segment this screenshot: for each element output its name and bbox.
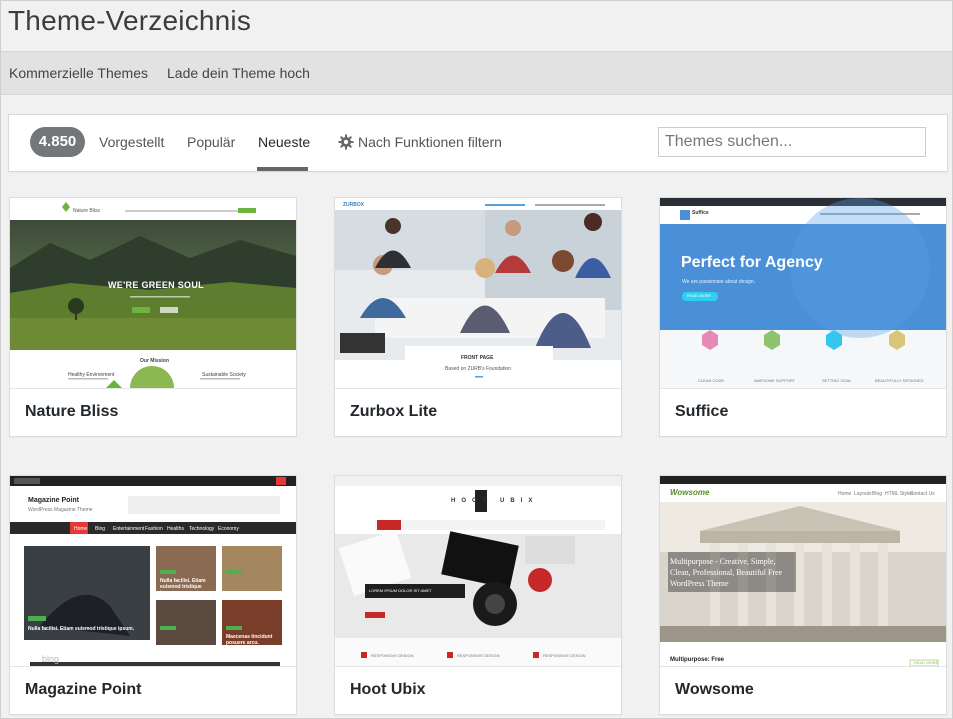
sub-navigation: Kommerzielle Themes Lade dein Theme hoch bbox=[1, 51, 952, 95]
upload-theme-link[interactable]: Lade dein Theme hoch bbox=[167, 65, 310, 81]
theme-card-zurbox-lite[interactable]: ZURBOX FRONT PAGE Based on ZURB's Founda… bbox=[334, 197, 622, 437]
preview-col1: Healthy Environment bbox=[68, 372, 115, 378]
preview-feature: RESPONSIVE DESIGN bbox=[543, 653, 586, 658]
preview-logo: HOOT UBIX bbox=[451, 498, 539, 504]
theme-name[interactable]: Wowsome bbox=[660, 666, 946, 714]
preview-story: Nulla facilisi. Etiam euismod tristique … bbox=[28, 626, 135, 632]
theme-screenshot[interactable]: Suffice Perfect for Agency We are passio… bbox=[660, 198, 946, 388]
preview-logo: ZURBOX bbox=[343, 202, 365, 208]
preview-nav: Entertainment bbox=[113, 526, 145, 532]
theme-screenshot[interactable]: ZURBOX FRONT PAGE Based on ZURB's Founda… bbox=[335, 198, 621, 388]
theme-directory-page: Theme-Verzeichnis Kommerzielle Themes La… bbox=[0, 0, 953, 719]
preview-headline: Multipurpose - Creative, Simple, Clean, … bbox=[670, 557, 783, 588]
preview-sub: We are passionate about design. bbox=[682, 279, 756, 285]
tab-featured[interactable]: Vorgestellt bbox=[99, 134, 164, 150]
preview-watermark: blog bbox=[42, 654, 60, 664]
preview-nav: Technology bbox=[189, 526, 215, 532]
theme-name[interactable]: Hoot Ubix bbox=[335, 666, 621, 714]
preview-logo: Wowsome bbox=[670, 488, 710, 497]
preview-nav: Home bbox=[74, 526, 88, 532]
preview-logo: Nature Bliss bbox=[73, 208, 100, 214]
theme-card-suffice[interactable]: Suffice Perfect for Agency We are passio… bbox=[659, 197, 947, 437]
theme-search-input[interactable] bbox=[658, 127, 926, 157]
active-tab-indicator bbox=[257, 167, 308, 171]
preview-button: READ MORE bbox=[687, 293, 712, 298]
theme-name[interactable]: Zurbox Lite bbox=[335, 388, 621, 436]
preview-nav: Home bbox=[838, 491, 852, 497]
preview-feature: BEAUTIFULLY DESIGNED bbox=[875, 378, 924, 383]
theme-card-hoot-ubix[interactable]: HOOT UBIX LOREM IPSUM DOLOR SIT AMET RES… bbox=[334, 475, 622, 715]
preview-feature: SETTING GOAL bbox=[822, 378, 852, 383]
page-title: Theme-Verzeichnis bbox=[8, 5, 252, 36]
theme-screenshot[interactable]: Nature Bliss WE'RE GREEN SOUL Our Missio… bbox=[10, 198, 296, 388]
preview-logo: Suffice bbox=[692, 210, 709, 216]
preview-sub: Based on ZURB's Foundation bbox=[445, 366, 511, 372]
preview-logo: Magazine Point bbox=[28, 497, 79, 504]
preview-nav: Blog bbox=[95, 526, 106, 532]
preview-button: READ MORE bbox=[914, 660, 939, 665]
theme-name[interactable]: Suffice bbox=[660, 388, 946, 436]
preview-nav: Economy bbox=[218, 526, 239, 532]
preview-col2: Sustainable Society bbox=[202, 372, 246, 378]
preview-label: FRONT PAGE bbox=[461, 355, 494, 361]
preview-footer-title: Multipurpose: Free bbox=[670, 657, 725, 663]
preview-tagline: WordPress Magazine Theme bbox=[28, 507, 93, 513]
preview-nav: Blog bbox=[872, 491, 883, 497]
theme-card-wowsome[interactable]: Wowsome Home Layouts Blog HTML Styles Co… bbox=[659, 475, 947, 715]
preview-feature: CLEAN CODE bbox=[698, 378, 725, 383]
gear-icon[interactable] bbox=[338, 134, 354, 150]
preview-section: Our Mission bbox=[140, 358, 169, 364]
theme-screenshot[interactable]: HOOT UBIX LOREM IPSUM DOLOR SIT AMET RES… bbox=[335, 476, 621, 666]
feature-filter-button[interactable]: Nach Funktionen filtern bbox=[358, 134, 502, 150]
filter-bar: 4.850 Vorgestellt Populär Neueste Nach F… bbox=[8, 114, 948, 172]
preview-feature: RESPONSIVE DESIGN bbox=[457, 653, 500, 658]
preview-caption: LOREM IPSUM DOLOR SIT AMET bbox=[369, 588, 432, 593]
commercial-themes-link[interactable]: Kommerzielle Themes bbox=[9, 65, 148, 81]
preview-nav: Fashion bbox=[145, 526, 163, 532]
preview-nav: Layouts bbox=[854, 491, 872, 497]
preview-headline: Perfect for Agency bbox=[681, 254, 823, 271]
preview-nav: Healths bbox=[167, 526, 184, 532]
preview-nav: Contact Us bbox=[910, 491, 935, 497]
theme-card-magazine-point[interactable]: Magazine Point WordPress Magazine Theme … bbox=[9, 475, 297, 715]
tab-popular[interactable]: Populär bbox=[187, 134, 235, 150]
theme-card-nature-bliss[interactable]: Nature Bliss WE'RE GREEN SOUL Our Missio… bbox=[9, 197, 297, 437]
tab-newest[interactable]: Neueste bbox=[258, 134, 310, 150]
preview-story: Nulla facilisi. Etiam euismod tristique … bbox=[160, 578, 206, 596]
theme-screenshot[interactable]: Wowsome Home Layouts Blog HTML Styles Co… bbox=[660, 476, 946, 666]
preview-headline: WE'RE GREEN SOUL bbox=[108, 280, 204, 290]
theme-count-badge: 4.850 bbox=[30, 127, 85, 157]
theme-name[interactable]: Nature Bliss bbox=[10, 388, 296, 436]
theme-name[interactable]: Magazine Point bbox=[10, 666, 296, 714]
preview-story: Maecenas tincidunt posuere arcu. bbox=[226, 634, 273, 646]
preview-feature: RESPONSIVE DESIGN bbox=[371, 653, 414, 658]
theme-screenshot[interactable]: Magazine Point WordPress Magazine Theme … bbox=[10, 476, 296, 666]
preview-feature: AWESOME SUPPORT bbox=[754, 378, 796, 383]
